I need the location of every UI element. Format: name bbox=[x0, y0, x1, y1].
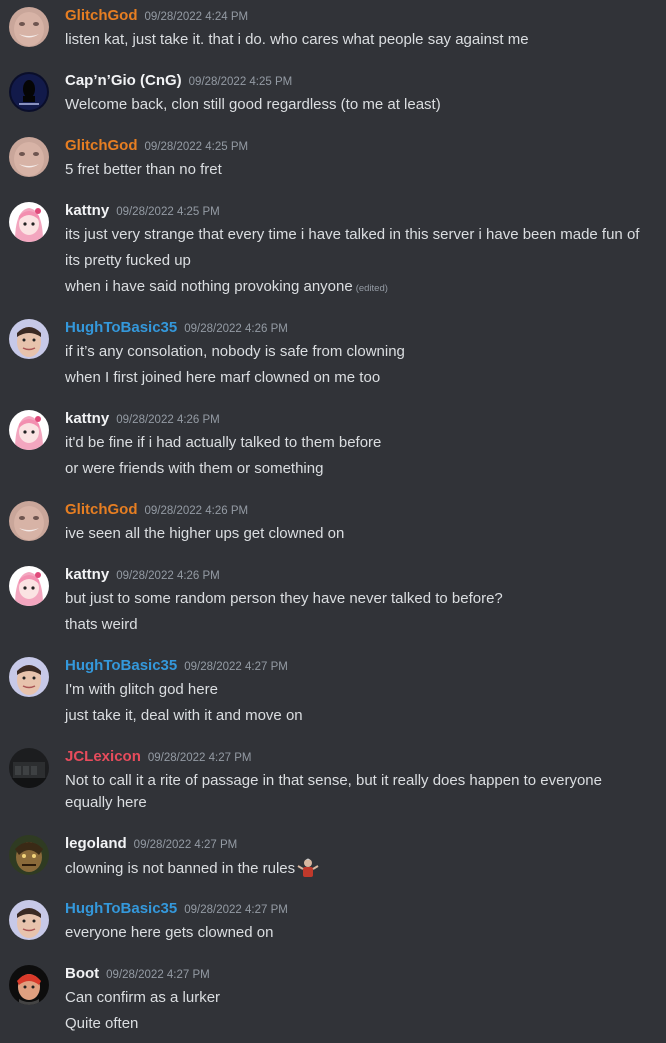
message-header: Boot 09/28/2022 4:27 PM bbox=[65, 965, 210, 987]
shrug-person-emoji-icon[interactable] bbox=[297, 857, 319, 879]
message-text: when I first joined here marf clowned on… bbox=[65, 369, 381, 386]
glitchgod-avatar-icon[interactable] bbox=[9, 137, 49, 177]
timestamp: 09/28/2022 4:26 PM bbox=[116, 570, 220, 582]
timestamp: 09/28/2022 4:25 PM bbox=[144, 141, 249, 153]
message-text: Can confirm as a lurker bbox=[65, 989, 221, 1006]
message-text: Not to call it a rite of passage in that… bbox=[65, 772, 602, 811]
username[interactable]: Cap’n’Gio (CnG) bbox=[65, 72, 182, 89]
message-text: just take it, deal with it and move on bbox=[65, 707, 303, 724]
message-text: 5 fret better than no fret bbox=[65, 161, 222, 178]
username[interactable]: HughToBasic35 bbox=[65, 900, 177, 917]
username[interactable]: GlitchGod bbox=[65, 137, 138, 154]
message-header: Cap’n’Gio (CnG) 09/28/2022 4:25 PM bbox=[65, 72, 292, 94]
hugh-avatar-icon[interactable] bbox=[9, 319, 49, 359]
message-text: I'm with glitch god here bbox=[65, 681, 218, 698]
kattny-avatar-icon[interactable] bbox=[9, 410, 49, 450]
message-text: clowning is not banned in the rules bbox=[65, 857, 652, 880]
message-text: its just very strange that every time i … bbox=[65, 226, 640, 243]
message-header: GlitchGod 09/28/2022 4:26 PM bbox=[65, 501, 248, 523]
message-header: JCLexicon 09/28/2022 4:27 PM bbox=[65, 748, 251, 770]
timestamp: 09/28/2022 4:27 PM bbox=[184, 661, 288, 673]
glitchgod-avatar-icon[interactable] bbox=[9, 501, 49, 541]
message-text: it'd be fine if i had actually talked to… bbox=[65, 434, 382, 451]
message-header: HughToBasic35 09/28/2022 4:27 PM bbox=[65, 900, 288, 922]
message-text: thats weird bbox=[65, 616, 138, 633]
message-text: or were friends with them or something bbox=[65, 460, 324, 477]
timestamp: 09/28/2022 4:27 PM bbox=[184, 904, 288, 916]
timestamp: 09/28/2022 4:27 PM bbox=[106, 969, 210, 981]
message-text: ive seen all the higher ups get clowned … bbox=[65, 525, 345, 542]
message-text: when i have said nothing provoking anyon… bbox=[65, 276, 652, 300]
message-header: HughToBasic35 09/28/2022 4:27 PM bbox=[65, 657, 288, 679]
capngio-avatar-icon[interactable] bbox=[9, 72, 49, 112]
username[interactable]: GlitchGod bbox=[65, 501, 138, 518]
message-text: Quite often bbox=[65, 1015, 139, 1032]
timestamp: 09/28/2022 4:26 PM bbox=[144, 505, 249, 517]
glitchgod-avatar-icon[interactable] bbox=[9, 7, 49, 47]
timestamp: 09/28/2022 4:27 PM bbox=[133, 839, 238, 851]
edited-label: (edited) bbox=[355, 283, 388, 294]
message-text-content: when i have said nothing provoking anyon… bbox=[65, 278, 353, 295]
username[interactable]: HughToBasic35 bbox=[65, 657, 177, 674]
username[interactable]: kattny bbox=[65, 566, 109, 583]
timestamp: 09/28/2022 4:26 PM bbox=[184, 323, 288, 335]
hugh-avatar-icon[interactable] bbox=[9, 900, 49, 940]
kattny-avatar-icon[interactable] bbox=[9, 566, 49, 606]
boot-avatar-icon[interactable] bbox=[9, 965, 49, 1005]
message-text: everyone here gets clowned on bbox=[65, 924, 274, 941]
message-text-content: clowning is not banned in the rules bbox=[65, 860, 296, 877]
message-text: its pretty fucked up bbox=[65, 252, 191, 269]
message-text: but just to some random person they have… bbox=[65, 590, 503, 607]
message-header: kattny 09/28/2022 4:26 PM bbox=[65, 566, 220, 588]
timestamp: 09/28/2022 4:24 PM bbox=[144, 11, 249, 23]
message-header: GlitchGod 09/28/2022 4:24 PM bbox=[65, 7, 248, 29]
username[interactable]: legoland bbox=[65, 835, 127, 852]
username[interactable]: kattny bbox=[65, 410, 109, 427]
message-text: if it’s any consolation, nobody is safe … bbox=[65, 343, 405, 360]
timestamp: 09/28/2022 4:26 PM bbox=[116, 414, 220, 426]
message-header: legoland 09/28/2022 4:27 PM bbox=[65, 835, 237, 857]
hugh-avatar-icon[interactable] bbox=[9, 657, 49, 697]
message-header: HughToBasic35 09/28/2022 4:26 PM bbox=[65, 319, 288, 341]
message-list: GlitchGod 09/28/2022 4:24 PM listen kat, … bbox=[0, 0, 666, 1043]
username[interactable]: HughToBasic35 bbox=[65, 319, 177, 336]
username[interactable]: Boot bbox=[65, 965, 99, 982]
legoland-avatar-icon[interactable] bbox=[9, 835, 49, 875]
message-text: Welcome back, clon still good regardless… bbox=[65, 96, 441, 113]
jclexicon-avatar-icon[interactable] bbox=[9, 748, 49, 788]
message-text: listen kat, just take it. that i do. who… bbox=[65, 31, 529, 48]
timestamp: 09/28/2022 4:25 PM bbox=[188, 76, 293, 88]
timestamp: 09/28/2022 4:27 PM bbox=[147, 752, 252, 764]
username[interactable]: JCLexicon bbox=[65, 748, 141, 765]
kattny-avatar-icon[interactable] bbox=[9, 202, 49, 242]
username[interactable]: kattny bbox=[65, 202, 109, 219]
username[interactable]: GlitchGod bbox=[65, 7, 138, 24]
timestamp: 09/28/2022 4:25 PM bbox=[116, 206, 220, 218]
message-header: GlitchGod 09/28/2022 4:25 PM bbox=[65, 137, 248, 159]
message-header: kattny 09/28/2022 4:26 PM bbox=[65, 410, 220, 432]
message-header: kattny 09/28/2022 4:25 PM bbox=[65, 202, 220, 224]
